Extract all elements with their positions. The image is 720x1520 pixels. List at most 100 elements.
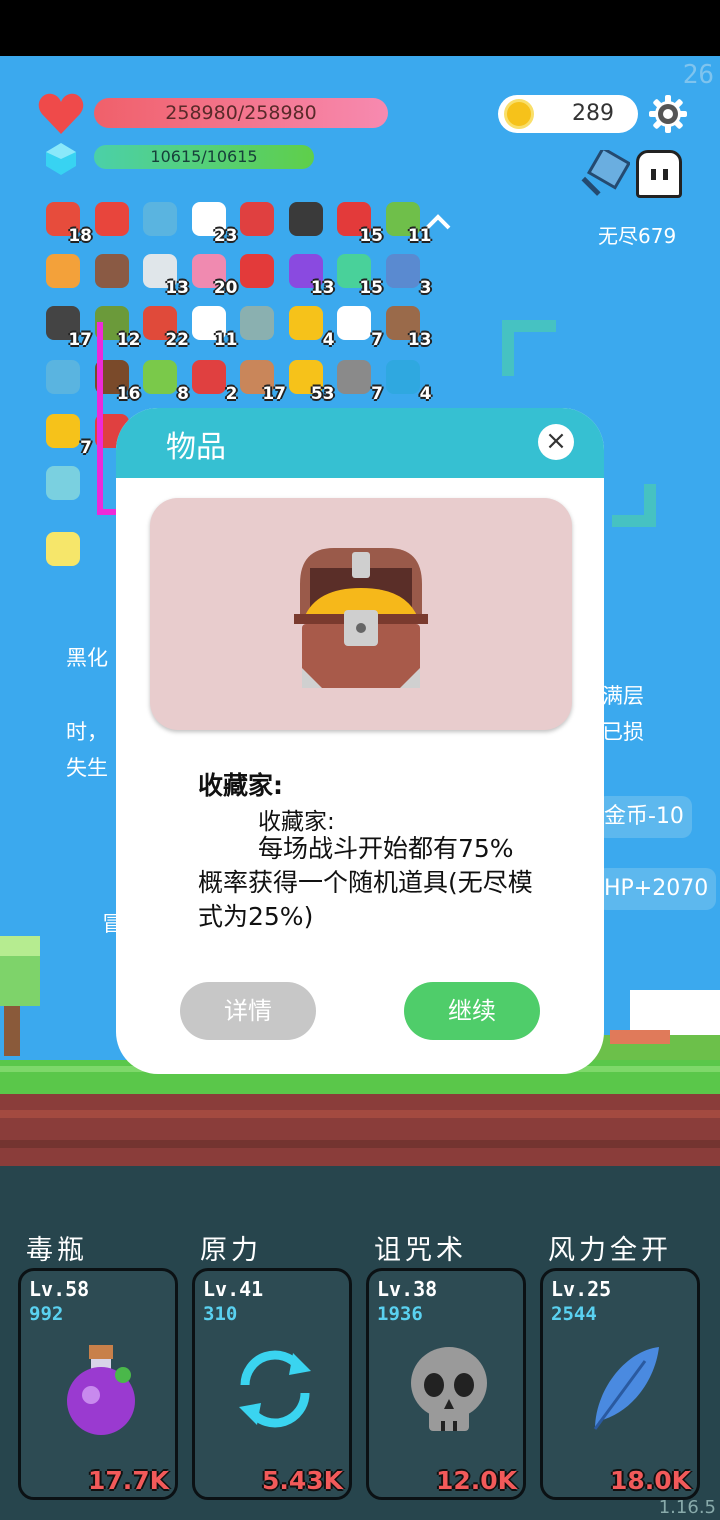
skill-damage: 12.0K: [435, 1466, 517, 1495]
inventory-item[interactable]: [42, 250, 88, 296]
close-button[interactable]: ×: [538, 424, 574, 460]
inventory-item[interactable]: 2: [188, 356, 238, 404]
item-count: 13: [310, 278, 335, 298]
item-count: 11: [213, 330, 238, 350]
endless-level-label: 无尽679: [598, 224, 677, 248]
inventory-item[interactable]: 20: [188, 250, 238, 298]
ghost-icon: [337, 306, 371, 340]
gem-icon: [385, 360, 420, 394]
dialog-title: 物品: [166, 430, 226, 465]
skull-icon: [411, 1347, 487, 1431]
skill-name-1: 毒瓶: [26, 1235, 88, 1266]
inventory-item[interactable]: 13: [382, 302, 432, 350]
story-text-right-2: 已损: [602, 720, 644, 744]
item-count: 3: [419, 278, 432, 298]
skill-level: Lv.25: [551, 1277, 612, 1301]
skill-card-poison[interactable]: Lv.58 992 17.7K: [18, 1268, 178, 1500]
fps-counter: 26: [682, 60, 714, 90]
hp-bar: 258980/258980: [94, 98, 388, 128]
skill-level: Lv.58: [29, 1277, 90, 1301]
item-dialog: 物品 × 收藏家: 收藏家: 每场战斗开始都有75%概率获得一个随机道具(无尽模…: [116, 408, 604, 1074]
inventory-item[interactable]: 4: [382, 356, 432, 404]
skill-card-force[interactable]: Lv.41 310 5.43K: [192, 1268, 352, 1500]
inventory-item[interactable]: [91, 198, 137, 244]
inventory-item[interactable]: [236, 302, 282, 348]
magic-wand-icon: [288, 306, 323, 340]
inventory-item[interactable]: 13: [139, 250, 189, 298]
item-count: 13: [165, 278, 189, 298]
skill-card-curse[interactable]: Lv.38 1936 12.0K: [366, 1268, 526, 1500]
mana-bar: 10615/10615: [94, 145, 314, 169]
ground-strip: [0, 1060, 720, 1168]
sneaker-icon: [94, 202, 129, 236]
ring-icon: [240, 306, 274, 340]
inventory-item[interactable]: 4: [285, 302, 335, 350]
status-bar: [0, 0, 720, 56]
inventory-item[interactable]: [285, 198, 331, 244]
story-text-1: 黑化: [66, 646, 108, 670]
inventory-item[interactable]: 11: [188, 302, 238, 350]
map-flag-icon[interactable]: [580, 150, 630, 200]
hp-reward-button[interactable]: HP+2070: [596, 868, 717, 910]
item-count: 15: [359, 226, 383, 246]
mana-crystal-icon: [46, 143, 76, 175]
item-count: 23: [213, 226, 238, 246]
skill-value: 1936: [377, 1303, 423, 1325]
item-description: 每场战斗开始都有75%概率获得一个随机道具(无尽模式为25%): [198, 834, 533, 931]
story-text-2: 时，: [66, 720, 108, 744]
inventory-item[interactable]: 11: [382, 198, 432, 246]
map-pin-icon: [240, 202, 274, 236]
inventory-item[interactable]: 18: [42, 198, 92, 246]
story-text-right-1: 满层: [602, 684, 644, 708]
treasure-chest-icon: [294, 548, 428, 688]
inventory-item[interactable]: 23: [188, 198, 238, 246]
skill-value: 992: [29, 1303, 64, 1325]
item-count: 17: [262, 384, 286, 404]
inventory-item[interactable]: 15: [333, 198, 383, 246]
lamp-icon: [46, 532, 80, 566]
skill-damage: 5.43K: [261, 1466, 343, 1495]
item-name: 收藏家:: [198, 771, 283, 800]
inventory-item[interactable]: 7: [333, 302, 383, 350]
inventory-item[interactable]: 13: [285, 250, 335, 298]
torch-icon: [46, 254, 80, 288]
inventory-item[interactable]: 17: [236, 356, 286, 404]
knight-helmet-icon: [288, 202, 323, 236]
inventory-item[interactable]: [139, 198, 185, 244]
skill-value: 2544: [551, 1303, 597, 1325]
story-text-3: 失生: [66, 756, 108, 780]
inventory-item[interactable]: 15: [333, 250, 383, 298]
inventory-item[interactable]: [236, 250, 282, 296]
heart-icon: [38, 93, 84, 134]
skill-card-wind[interactable]: Lv.25 2544 18.0K: [540, 1268, 700, 1500]
thermometer-icon: [191, 360, 226, 394]
force-cycle-icon: [239, 1350, 311, 1428]
item-count: 22: [165, 330, 189, 350]
inventory-item[interactable]: [236, 198, 282, 244]
tree-sprite: [0, 936, 40, 1056]
inventory-item[interactable]: 7: [333, 356, 383, 404]
coin-reward-button[interactable]: 金币-10: [596, 796, 692, 838]
item-count: 15: [359, 278, 383, 298]
version-label: 1.16.5: [658, 1497, 716, 1518]
skill-name-4: 风力全开: [548, 1235, 672, 1266]
inventory-item[interactable]: [91, 250, 137, 296]
inventory-item[interactable]: 3: [382, 250, 432, 298]
inventory-item[interactable]: 53: [285, 356, 335, 404]
skill-damage: 17.7K: [87, 1466, 169, 1495]
gear-icon[interactable]: [648, 94, 688, 134]
feather-icon: [593, 1347, 659, 1430]
item-count: 13: [407, 330, 432, 350]
inventory-item[interactable]: [42, 528, 88, 574]
continue-button[interactable]: 继续: [404, 982, 540, 1040]
ghost-avatar-icon[interactable]: [636, 150, 682, 198]
coin-value: 289: [572, 101, 614, 126]
item-count: 11: [407, 226, 432, 246]
poison-bottle-icon: [67, 1345, 135, 1435]
coin-icon: [504, 99, 534, 129]
details-button[interactable]: 详情: [180, 982, 316, 1040]
item-subtitle: 收藏家:: [258, 809, 335, 835]
compass-icon: [337, 360, 371, 394]
skill-name-3: 诅咒术: [374, 1235, 467, 1266]
treasure-chest-icon: [94, 254, 129, 288]
